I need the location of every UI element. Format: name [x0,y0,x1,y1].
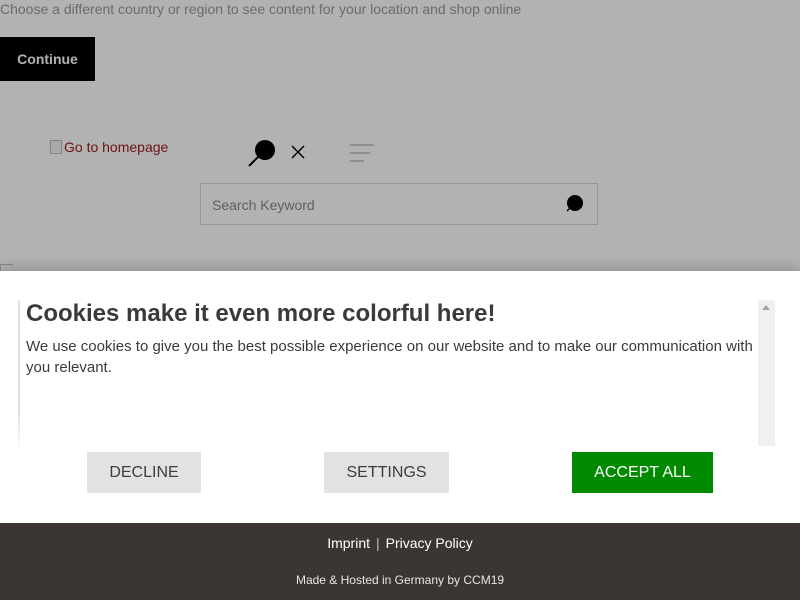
imprint-link[interactable]: Imprint [327,535,370,551]
privacy-policy-link[interactable]: Privacy Policy [386,535,473,551]
decline-button[interactable]: Decline [87,452,201,493]
footer-credit: Made & Hosted in Germany by CCM19 [295,573,505,587]
accept-all-button[interactable]: Accept all [572,452,713,493]
cookie-text-fade [18,416,778,446]
cookie-banner-description: We use cookies to give you the best poss… [26,338,753,376]
footer-links: Imprint | Privacy Policy [0,535,800,551]
cookie-scrollbar[interactable] [758,300,775,446]
footer-separator: | [376,535,380,551]
cookie-banner-title: Cookies make it even more colorful here! [26,300,496,327]
cookie-footer: Imprint | Privacy Policy Made & Hosted in … [0,523,800,600]
settings-button[interactable]: Settings [324,452,449,493]
scroll-up-arrow-icon[interactable] [762,305,770,310]
cookie-banner: Cookies make it even more colorful here!… [0,271,800,523]
